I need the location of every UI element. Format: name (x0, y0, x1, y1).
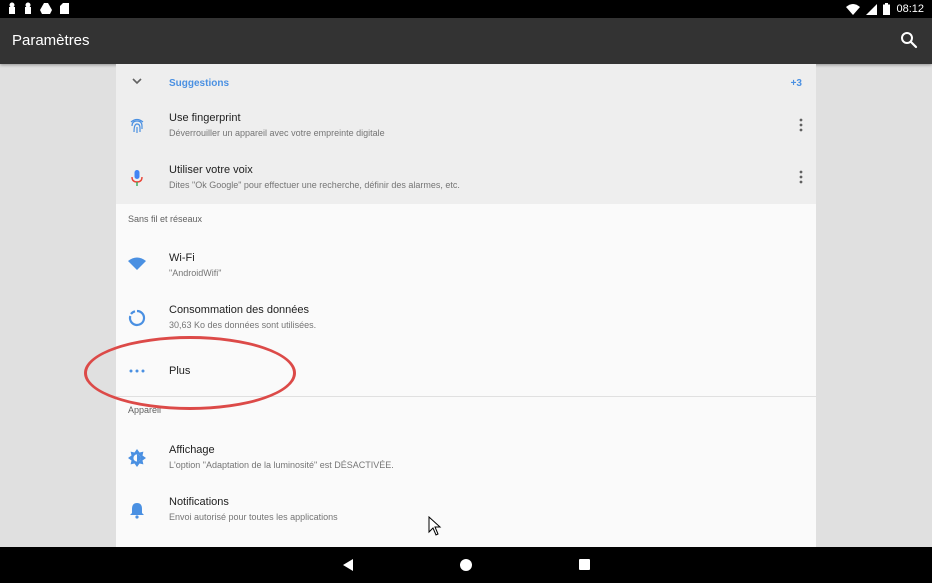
notification-icon (9, 2, 15, 14)
clock: 08:12 (896, 3, 924, 15)
navigation-bar (0, 547, 932, 583)
highlight-annotation (84, 336, 296, 410)
suggestion-title: Utiliser votre voix (169, 164, 253, 176)
wifi-status-icon (846, 3, 861, 15)
status-bar-left (8, 2, 69, 14)
setting-title: Wi-Fi (169, 252, 195, 264)
setting-title: Affichage (169, 444, 215, 456)
status-bar-right: 08:12 (846, 2, 924, 16)
setting-display[interactable]: Affichage L'option "Adaptation de la lum… (116, 432, 816, 484)
suggestion-use-voice[interactable]: Utiliser votre voix Dites "Ok Google" po… (116, 156, 816, 204)
setting-title: Consommation des données (169, 304, 310, 316)
bell-icon (130, 503, 144, 519)
recents-icon[interactable] (579, 559, 590, 570)
search-icon[interactable] (900, 31, 918, 49)
signal-icon (866, 3, 878, 15)
drive-icon (40, 2, 52, 14)
setting-subtitle: Envoi autorisé pour toutes les applicati… (169, 512, 338, 522)
back-icon[interactable] (342, 559, 354, 571)
setting-wifi[interactable]: Wi-Fi "AndroidWifi" (116, 240, 816, 292)
suggestion-subtitle: Dites "Ok Google" pour effectuer une rec… (169, 180, 460, 190)
data-usage-icon (128, 309, 146, 327)
suggestion-subtitle: Déverrouiller un appareil avec votre emp… (169, 128, 385, 138)
microphone-icon (131, 170, 143, 186)
setting-subtitle: 30,63 Ko des données sont utilisées. (169, 320, 317, 330)
setting-data-usage[interactable]: Consommation des données 30,63 Ko des do… (116, 292, 816, 344)
setting-notifications[interactable]: Notifications Envoi autorisé pour toutes… (116, 484, 816, 536)
more-vert-icon[interactable] (798, 118, 804, 132)
chevron-down-icon[interactable] (132, 78, 142, 86)
suggestions-label: Suggestions (169, 78, 230, 89)
suggestion-use-fingerprint[interactable]: Use fingerprint Déverrouiller un apparei… (116, 104, 816, 156)
notification-icon (25, 2, 31, 14)
setting-subtitle: "AndroidWifi" (169, 268, 222, 278)
section-title-wireless: Sans fil et réseaux (128, 214, 203, 224)
home-icon[interactable] (460, 559, 472, 571)
suggestions-count: +3 (790, 78, 802, 89)
wifi-icon (128, 257, 146, 270)
battery-icon (883, 3, 891, 15)
status-bar: 08:12 (0, 0, 932, 18)
more-vert-icon[interactable] (798, 170, 804, 184)
settings-panel: Suggestions +3 Use fingerprint Déverroui… (116, 64, 816, 547)
brightness-icon (128, 449, 146, 467)
setting-subtitle: L'option "Adaptation de la luminosité" e… (169, 460, 394, 470)
setting-title: Notifications (169, 496, 229, 508)
suggestions-header[interactable]: Suggestions +3 (116, 64, 816, 104)
page-title: Paramètres (12, 32, 90, 49)
toolbar: Paramètres (0, 18, 932, 64)
mouse-cursor-icon (428, 516, 442, 536)
sdcard-icon (60, 2, 69, 14)
suggestion-title: Use fingerprint (169, 112, 241, 124)
fingerprint-icon (130, 118, 144, 133)
